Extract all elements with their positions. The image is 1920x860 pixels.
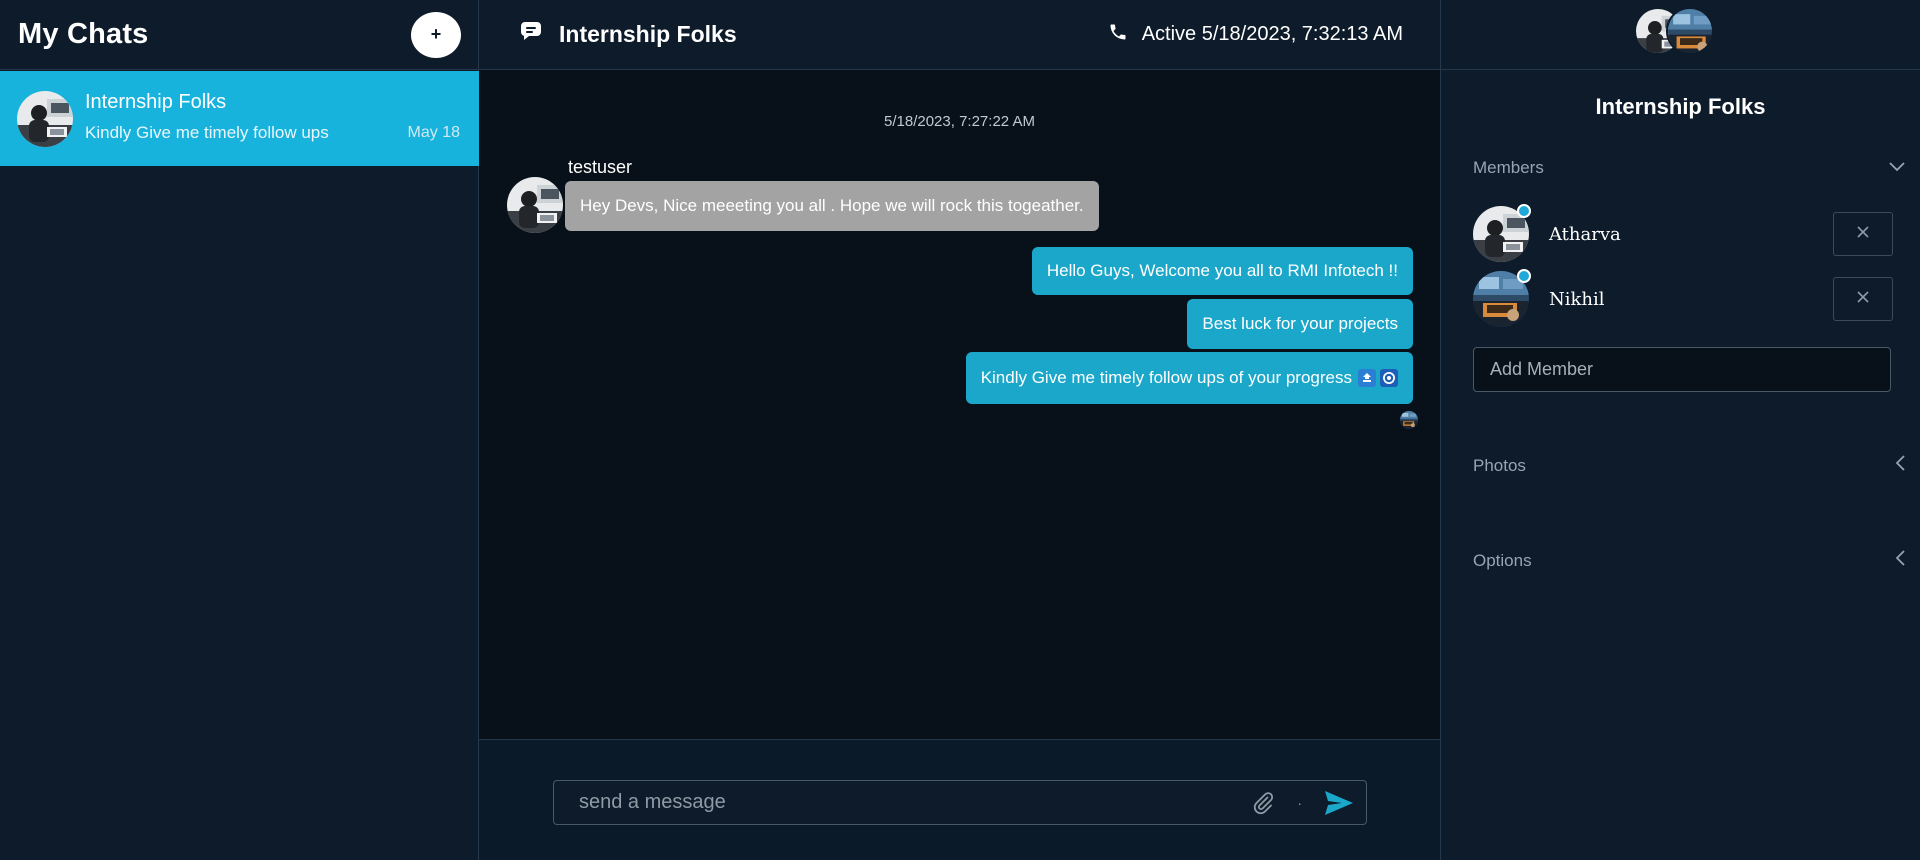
separator: · <box>1297 794 1302 811</box>
chat-bubbles-icon <box>519 21 545 49</box>
phone-icon[interactable] <box>1108 22 1128 48</box>
group-title[interactable]: Internship Folks <box>519 21 737 49</box>
panel-title: Internship Folks <box>1595 94 1766 119</box>
group-details-panel: Internship Folks Members Atharva Nikhil <box>1440 0 1920 860</box>
chat-last-message: Kindly Give me timely follow ups <box>85 122 329 142</box>
options-label: Options <box>1473 550 1532 570</box>
chat-header: Internship Folks Active 5/18/2023, 7:32:… <box>479 0 1440 70</box>
chat-date: May 18 <box>407 123 460 141</box>
outgoing-message: Kindly Give me timely follow ups of your… <box>965 352 1413 404</box>
remove-member-button[interactable] <box>1833 212 1893 256</box>
message-composer: · <box>553 780 1367 825</box>
members-section-toggle[interactable]: Members <box>1473 158 1906 178</box>
member-name: Nikhil <box>1549 288 1605 310</box>
chat-status: Active 5/18/2023, 7:32:13 AM <box>1108 22 1403 48</box>
remove-member-button[interactable] <box>1833 277 1893 321</box>
avatar <box>17 91 73 147</box>
paperclip-icon[interactable] <box>1251 791 1275 815</box>
nazar-amulet-emoji <box>1380 369 1398 387</box>
chat-window: Internship Folks Active 5/18/2023, 7:32:… <box>479 0 1440 860</box>
panel-header <box>1441 0 1920 70</box>
message-text: Best luck for your projects <box>1202 314 1398 333</box>
up-arrow-emoji <box>1358 369 1376 387</box>
chat-name: Internship Folks <box>85 90 227 113</box>
avatar[interactable] <box>1473 204 1531 262</box>
member-name: Atharva <box>1549 223 1621 245</box>
chat-list-item[interactable]: Internship Folks Kindly Give me timely f… <box>0 71 479 166</box>
add-member-field <box>1473 347 1891 392</box>
incoming-message: Hey Devs, Nice meeeting you all . Hope w… <box>565 181 1099 231</box>
sidebar-title: My Chats <box>18 18 149 50</box>
member-row: Atharva <box>1473 204 1893 262</box>
send-icon[interactable] <box>1324 790 1354 816</box>
message-text: Hey Devs, Nice meeeting you all . Hope w… <box>580 196 1084 215</box>
outgoing-message: Best luck for your projects <box>1187 299 1413 349</box>
chevron-down-icon <box>1888 158 1906 178</box>
photos-label: Photos <box>1473 455 1526 475</box>
composer-area: · <box>479 739 1440 860</box>
chat-list-item-info: Internship Folks Kindly Give me timely f… <box>85 91 479 147</box>
plus-icon: + <box>430 24 442 44</box>
avatar[interactable] <box>1666 7 1714 55</box>
members-label: Members <box>1473 158 1544 177</box>
message-text: Kindly Give me timely follow ups of your… <box>980 368 1352 387</box>
options-section-toggle[interactable]: Options <box>1473 549 1906 572</box>
add-member-input[interactable] <box>1490 359 1890 380</box>
avatar[interactable] <box>1473 269 1531 327</box>
photos-section-toggle[interactable]: Photos <box>1473 454 1906 477</box>
message-input[interactable] <box>579 791 1252 814</box>
read-receipt-avatar <box>1400 411 1418 429</box>
new-group-chat-button[interactable]: + <box>411 11 461 58</box>
avatar[interactable] <box>507 177 563 233</box>
outgoing-message: Hello Guys, Welcome you all to RMI Infot… <box>1031 247 1413 295</box>
sidebar-header: My Chats + <box>0 0 478 70</box>
sender-name: testuser <box>568 157 633 177</box>
message-timestamp: 5/18/2023, 7:27:22 AM <box>884 113 1035 130</box>
online-indicator <box>1517 269 1531 283</box>
message-list[interactable]: 5/18/2023, 7:27:22 AM testuser Hey Devs,… <box>479 71 1440 739</box>
chevron-left-icon <box>1894 549 1906 572</box>
online-indicator <box>1517 204 1531 218</box>
member-row: Nikhil <box>1473 269 1893 327</box>
close-icon <box>1856 225 1870 244</box>
group-name: Internship Folks <box>559 21 737 47</box>
chevron-left-icon <box>1894 454 1906 477</box>
chat-sidebar: My Chats + Internship Folks Kindly Give … <box>0 0 479 860</box>
message-text: Hello Guys, Welcome you all to RMI Infot… <box>1046 261 1398 280</box>
close-icon <box>1856 290 1870 309</box>
status-text: Active 5/18/2023, 7:32:13 AM <box>1141 23 1403 45</box>
